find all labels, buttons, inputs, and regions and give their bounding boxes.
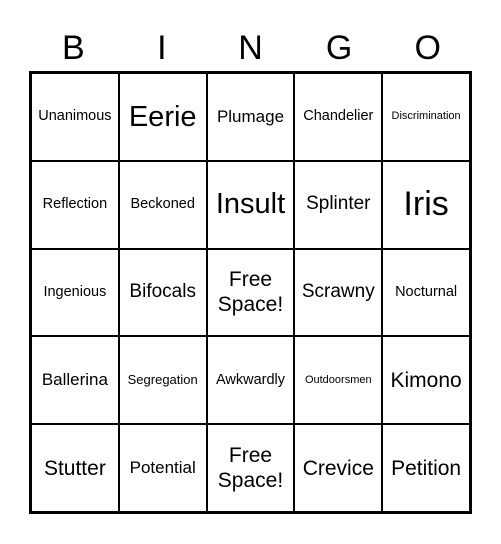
bingo-cell[interactable]: Outdoorsmen [294, 336, 383, 425]
bingo-cell[interactable]: Awkwardly [206, 336, 295, 425]
bingo-cell[interactable]: Petition [382, 424, 470, 512]
header-letter-o: O [414, 29, 441, 67]
bingo-cell[interactable]: Segregation [118, 336, 207, 425]
free-space-cell[interactable]: Free Space! [206, 248, 295, 337]
header-letter-b: B [61, 29, 85, 67]
header-letter-n: N [238, 29, 263, 67]
bingo-cell[interactable]: Chandelier [294, 73, 383, 161]
bingo-cell[interactable]: Ballerina [31, 336, 119, 425]
bingo-cell[interactable]: Discrimination [382, 73, 470, 161]
bingo-card-grid: Unanimous Eerie Plumage Chandelier Discr… [29, 71, 472, 514]
bingo-cell[interactable]: Ingenious [31, 248, 119, 337]
bingo-cell[interactable]: Plumage [206, 73, 295, 161]
bingo-cell[interactable]: Insult [206, 160, 295, 249]
bingo-cell[interactable]: Beckoned [118, 160, 207, 249]
bingo-cell[interactable]: Unanimous [31, 73, 119, 161]
bingo-cell[interactable]: Potential [118, 424, 207, 512]
bingo-cell[interactable]: Bifocals [118, 248, 207, 337]
bingo-cell[interactable]: Kimono [382, 336, 470, 425]
bingo-header: B I N G O [29, 26, 472, 70]
bingo-cell[interactable]: Splinter [294, 160, 383, 249]
bingo-cell[interactable]: Nocturnal [382, 248, 470, 337]
bingo-cell[interactable]: Scrawny [294, 248, 383, 337]
free-space-cell[interactable]: Free Space! [206, 424, 295, 512]
bingo-cell[interactable]: Eerie [118, 73, 207, 161]
bingo-cell[interactable]: Iris [382, 160, 470, 249]
bingo-cell[interactable]: Crevice [294, 424, 383, 512]
bingo-cell[interactable]: Stutter [31, 424, 119, 512]
bingo-cell[interactable]: Reflection [31, 160, 119, 249]
header-letter-i: I [157, 29, 167, 67]
header-letter-g: G [325, 29, 353, 67]
